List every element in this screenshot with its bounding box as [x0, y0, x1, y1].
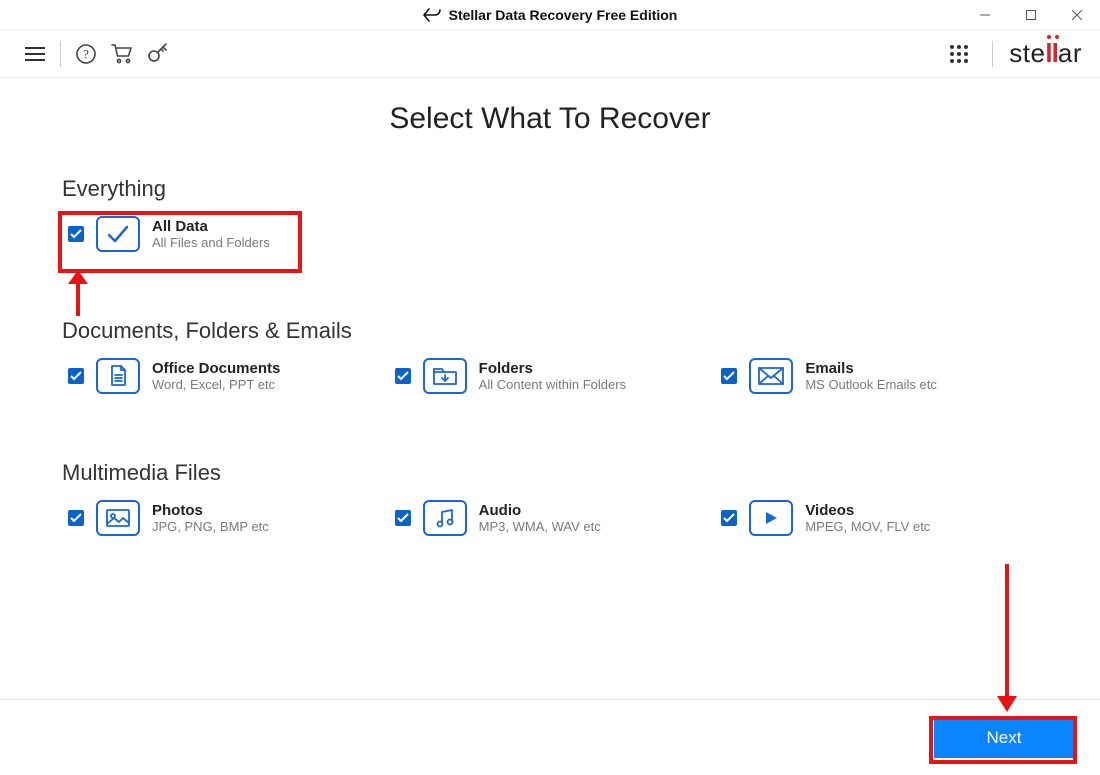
- music-note-icon: [423, 500, 467, 536]
- image-icon: [96, 500, 140, 536]
- play-icon: [749, 500, 793, 536]
- option-title: Office Documents: [152, 360, 280, 377]
- separator: [60, 41, 61, 67]
- page-title: Select What To Recover: [62, 102, 1038, 136]
- option-subtitle: MP3, WMA, WAV etc: [479, 519, 601, 534]
- option-title: Folders: [479, 360, 626, 377]
- option-subtitle: All Files and Folders: [152, 235, 270, 250]
- option-office-documents[interactable]: Office Documents Word, Excel, PPT etc: [68, 358, 385, 394]
- section-media: Multimedia Files Photos JPG, PNG, BMP et…: [62, 460, 1038, 536]
- envelope-icon: [749, 358, 793, 394]
- option-folders[interactable]: Folders All Content within Folders: [395, 358, 712, 394]
- option-title: Audio: [479, 502, 601, 519]
- option-title: Photos: [152, 502, 269, 519]
- brand-logo: stellar: [1009, 38, 1082, 69]
- option-photos[interactable]: Photos JPG, PNG, BMP etc: [68, 500, 385, 536]
- section-label-media: Multimedia Files: [62, 460, 1038, 486]
- check-icon: [96, 216, 140, 252]
- option-subtitle: Word, Excel, PPT etc: [152, 377, 280, 392]
- option-all-data[interactable]: All Data All Files and Folders: [68, 216, 1038, 252]
- window-title: Stellar Data Recovery Free Edition: [449, 7, 678, 23]
- option-subtitle: JPG, PNG, BMP etc: [152, 519, 269, 534]
- hamburger-menu-icon[interactable]: [18, 37, 52, 71]
- option-audio[interactable]: Audio MP3, WMA, WAV etc: [395, 500, 712, 536]
- option-subtitle: MPEG, MOV, FLV etc: [805, 519, 930, 534]
- grid-apps-icon[interactable]: [942, 37, 976, 71]
- window-controls: [962, 0, 1100, 30]
- maximize-button[interactable]: [1008, 0, 1054, 30]
- svg-text:?: ?: [83, 46, 89, 61]
- checkbox-office-documents[interactable]: [68, 368, 84, 384]
- document-icon: [96, 358, 140, 394]
- checkbox-photos[interactable]: [68, 510, 84, 526]
- checkbox-folders[interactable]: [395, 368, 411, 384]
- separator: [992, 41, 993, 67]
- main-content: Select What To Recover Everything All Da…: [0, 78, 1100, 536]
- option-title: Videos: [805, 502, 930, 519]
- key-icon[interactable]: [141, 37, 175, 71]
- cart-icon[interactable]: [105, 37, 139, 71]
- next-button[interactable]: Next: [934, 718, 1074, 758]
- section-docs: Documents, Folders & Emails Office Docum…: [62, 318, 1038, 394]
- section-label-everything: Everything: [62, 176, 1038, 202]
- folder-download-icon: [423, 358, 467, 394]
- checkbox-audio[interactable]: [395, 510, 411, 526]
- minimize-button[interactable]: [962, 0, 1008, 30]
- help-icon[interactable]: ?: [69, 37, 103, 71]
- back-arrow-icon: [423, 8, 441, 22]
- section-label-docs: Documents, Folders & Emails: [62, 318, 1038, 344]
- toolbar: ? stellar: [0, 30, 1100, 78]
- option-emails[interactable]: Emails MS Outlook Emails etc: [721, 358, 1038, 394]
- titlebar: Stellar Data Recovery Free Edition: [0, 0, 1100, 30]
- option-subtitle: MS Outlook Emails etc: [805, 377, 937, 392]
- option-title: Emails: [805, 360, 937, 377]
- checkbox-videos[interactable]: [721, 510, 737, 526]
- option-subtitle: All Content within Folders: [479, 377, 626, 392]
- footer: Next: [0, 699, 1100, 775]
- annotation-arrow-down: [993, 562, 1021, 717]
- section-everything: Everything All Data All Files and Folder…: [62, 176, 1038, 252]
- checkbox-emails[interactable]: [721, 368, 737, 384]
- checkbox-all-data[interactable]: [68, 226, 84, 242]
- close-button[interactable]: [1054, 0, 1100, 30]
- option-title: All Data: [152, 218, 270, 235]
- option-videos[interactable]: Videos MPEG, MOV, FLV etc: [721, 500, 1038, 536]
